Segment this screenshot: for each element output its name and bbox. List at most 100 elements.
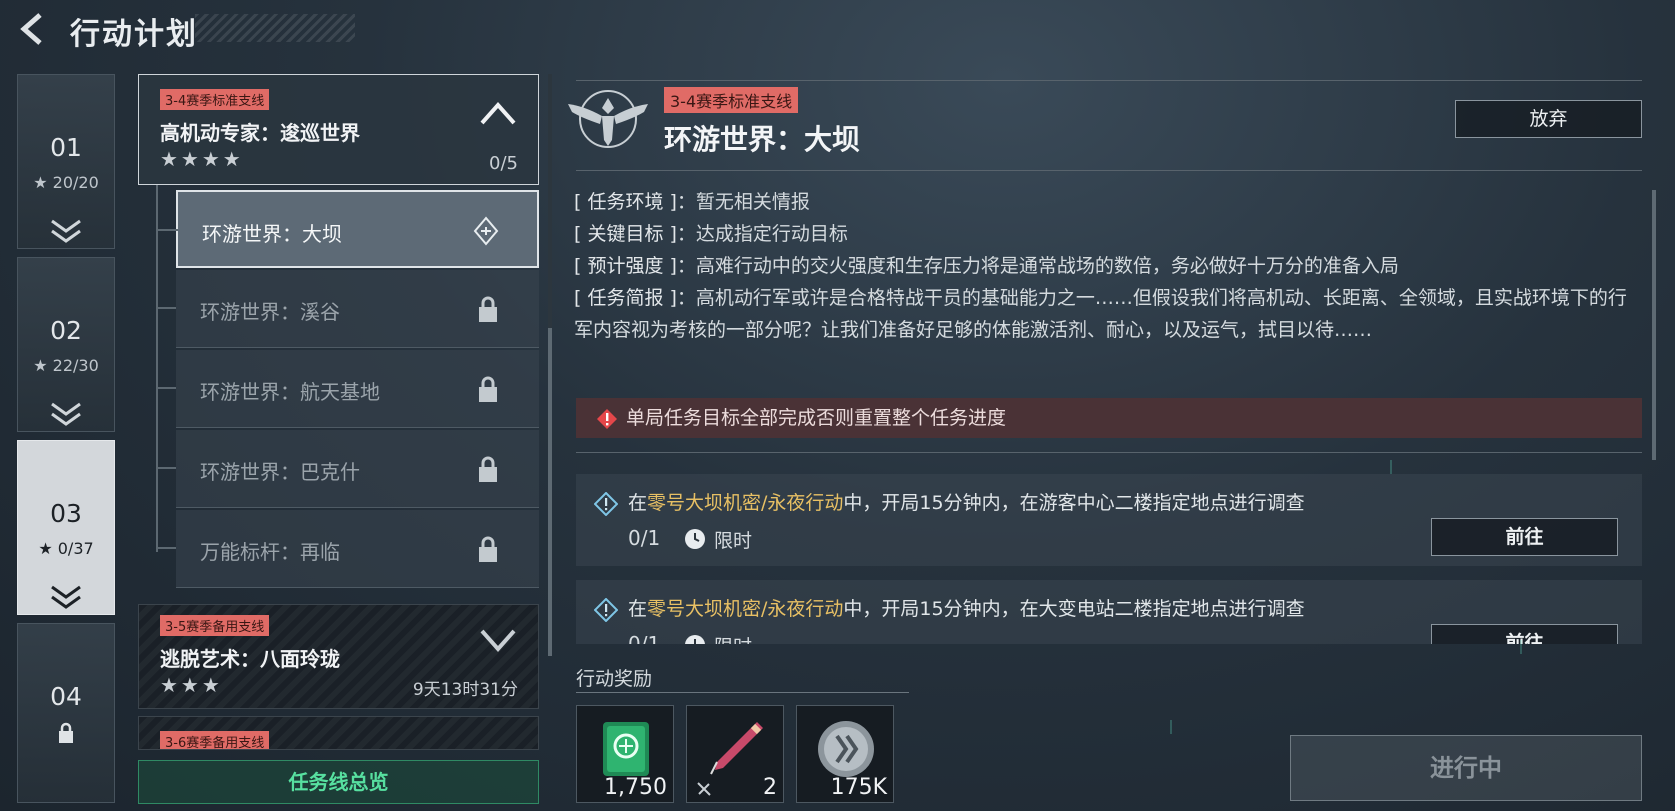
- sparkle-decoration: [1170, 720, 1172, 734]
- sub-mission-label: 万能标杆：再临: [200, 540, 340, 564]
- detail-top-divider: [576, 80, 1642, 81]
- mission-tag: 3-5赛季备用支线: [160, 615, 270, 636]
- back-arrow-icon[interactable]: [18, 12, 48, 46]
- chapter-stars: ★ 0/37: [38, 539, 94, 558]
- chapter-tab-02[interactable]: 02 ★ 22/30: [17, 257, 115, 432]
- lock-icon: [479, 376, 497, 402]
- mission-tag: 3-6赛季备用支线: [160, 731, 270, 749]
- info-key: [ 任务环境 ]: [574, 191, 677, 213]
- warning-icon: [597, 409, 617, 429]
- mission-title: 高机动专家：逡巡世界: [160, 121, 360, 145]
- objective-suffix: 中，开局15分钟内，在大变电站二楼指定地点进行调查: [843, 598, 1305, 620]
- tree-tick: [156, 387, 176, 389]
- coin-icon: [818, 721, 874, 777]
- reward-quantity: 1,750: [604, 775, 667, 800]
- sub-mission-label: 环游世界：大坝: [202, 222, 342, 246]
- chevron-down-icon[interactable]: [478, 625, 518, 653]
- detail-scrollbar[interactable]: [1652, 190, 1656, 460]
- page-title: 行动计划: [70, 17, 198, 52]
- mission-time-remaining: 9天13时31分: [412, 680, 518, 700]
- mission-target-icon: [473, 216, 499, 246]
- objective-limit-label: 限时: [714, 632, 752, 644]
- sub-mission-valley[interactable]: 环游世界：溪谷: [156, 270, 539, 348]
- info-value: ：暂无相关情报: [676, 191, 810, 213]
- mission-progress-count: 0/5: [489, 153, 518, 174]
- unbound-icon: [697, 782, 711, 796]
- mission-overview-button[interactable]: 任务线总览: [138, 760, 539, 804]
- info-key: [ 任务简报 ]: [574, 287, 677, 309]
- mission-card-escape-art[interactable]: 3-5赛季备用支线 逃脱艺术：八面玲珑 ★★★ 9天13时31分: [138, 604, 539, 709]
- mission-list-scroll-thumb[interactable]: [548, 328, 552, 656]
- sub-mission-label: 环游世界：巴克什: [200, 460, 360, 484]
- reward-quantity: 2: [763, 775, 777, 800]
- mission-stars: ★★★: [160, 673, 223, 697]
- mission-title: 逃脱艺术：八面玲珑: [160, 647, 340, 671]
- info-environment: [ 任务环境 ]：暂无相关情报: [574, 186, 1644, 218]
- detail-header-divider: [576, 170, 1642, 171]
- reward-quantity: 175K: [830, 775, 887, 800]
- go-button[interactable]: 前往: [1431, 518, 1618, 556]
- syringe-icon: [710, 722, 763, 775]
- objective-limit-label: 限时: [714, 530, 753, 552]
- objective-map-highlight: 零号大坝机密/永夜行动: [647, 492, 844, 514]
- info-briefing: [ 任务简报 ]：高机动行军或许是合格特战干员的基础能力之一……但假设我们将高机…: [574, 282, 1644, 346]
- green-case-icon: [603, 722, 649, 776]
- info-diamond-icon: [594, 598, 618, 622]
- tree-tick: [156, 467, 176, 469]
- reward-item[interactable]: 175K: [796, 705, 894, 803]
- chapter-number: 04: [50, 682, 82, 711]
- chapter-tab-03[interactable]: 03 ★ 0/37: [17, 440, 115, 615]
- header: 行动计划: [0, 0, 360, 58]
- tree-tick: [158, 229, 178, 231]
- mission-card-season-3-6[interactable]: 3-6赛季备用支线: [138, 716, 539, 750]
- sparkle-decoration: [1390, 460, 1392, 474]
- objectives-list[interactable]: 在零号大坝机密/永夜行动中，开局15分钟内，在游客中心二楼指定地点进行调查 0/…: [576, 474, 1642, 644]
- in-progress-button: 进行中: [1290, 735, 1642, 801]
- sub-mission-bakshi[interactable]: 环游世界：巴克什: [156, 430, 539, 508]
- reward-item[interactable]: 2: [686, 705, 784, 803]
- info-key: [ 关键目标 ]: [574, 223, 677, 245]
- mission-stars: ★★★★: [160, 147, 244, 171]
- chapter-number: 02: [50, 316, 82, 345]
- info-diamond-icon: [594, 492, 618, 516]
- info-objective: [ 关键目标 ]：达成指定行动目标: [574, 218, 1644, 250]
- chevron-down-icon: [51, 219, 81, 243]
- lock-icon: [59, 722, 73, 743]
- mission-info: [ 任务环境 ]：暂无相关情报 [ 关键目标 ]：达成指定行动目标 [ 预计强度…: [574, 186, 1644, 346]
- objective-prefix: 在: [628, 598, 648, 620]
- chevron-up-icon[interactable]: [478, 99, 518, 127]
- sparkle-decoration: [1520, 640, 1522, 654]
- info-key: [ 预计强度 ]: [574, 255, 677, 277]
- go-button[interactable]: 前往: [1431, 624, 1618, 644]
- tree-tick: [156, 547, 176, 549]
- abandon-button[interactable]: 放弃: [1455, 100, 1642, 138]
- clock-icon: [685, 529, 705, 549]
- info-value: ：达成指定行动目标: [676, 223, 848, 245]
- reward-item[interactable]: 1,750: [576, 705, 674, 803]
- objectives-divider: [576, 452, 1642, 453]
- info-intensity: [ 预计强度 ]：高难行动中的交火强度和生存压力将是通常战场的数倍，务必做好十万…: [574, 250, 1644, 282]
- sub-mission-benchmark[interactable]: 万能标杆：再临: [156, 510, 539, 588]
- chapter-tab-04[interactable]: 04: [17, 623, 115, 803]
- clock-icon: [685, 635, 705, 644]
- tree-tick: [156, 307, 176, 309]
- chapter-number: 03: [50, 499, 82, 528]
- chapter-stars: ★ 20/20: [33, 173, 99, 192]
- lock-icon: [479, 536, 497, 562]
- chevron-down-icon: [51, 402, 81, 426]
- info-value: ：高难行动中的交火强度和生存压力将是通常战场的数倍，务必做好十万分的准备入局: [676, 255, 1399, 277]
- objective-prefix: 在: [628, 492, 648, 514]
- objective-map-highlight: 零号大坝机密/永夜行动: [647, 598, 844, 620]
- objective-suffix: 中，开局15分钟内，在游客中心二楼指定地点进行调查: [843, 492, 1305, 514]
- reward-title-underline: [576, 692, 909, 693]
- sub-mission-space-base[interactable]: 环游世界：航天基地: [156, 350, 539, 428]
- sub-mission-dam[interactable]: 环游世界：大坝: [158, 190, 539, 268]
- mission-tag: 3-4赛季标准支线: [160, 89, 270, 110]
- mission-card-expanded[interactable]: 3-4赛季标准支线 高机动专家：逡巡世界 ★★★★ 0/5: [138, 74, 539, 185]
- objective-item: 在零号大坝机密/永夜行动中，开局15分钟内，在游客中心二楼指定地点进行调查 0/…: [576, 474, 1642, 566]
- objective-text: 在零号大坝机密/永夜行动中，开局15分钟内，在游客中心二楼指定地点进行调查: [628, 488, 1305, 515]
- lock-icon: [479, 456, 497, 482]
- chapter-tab-01[interactable]: 01 ★ 20/20: [17, 74, 115, 249]
- chapter-number: 01: [50, 133, 82, 162]
- objective-progress: 0/1: [628, 632, 661, 644]
